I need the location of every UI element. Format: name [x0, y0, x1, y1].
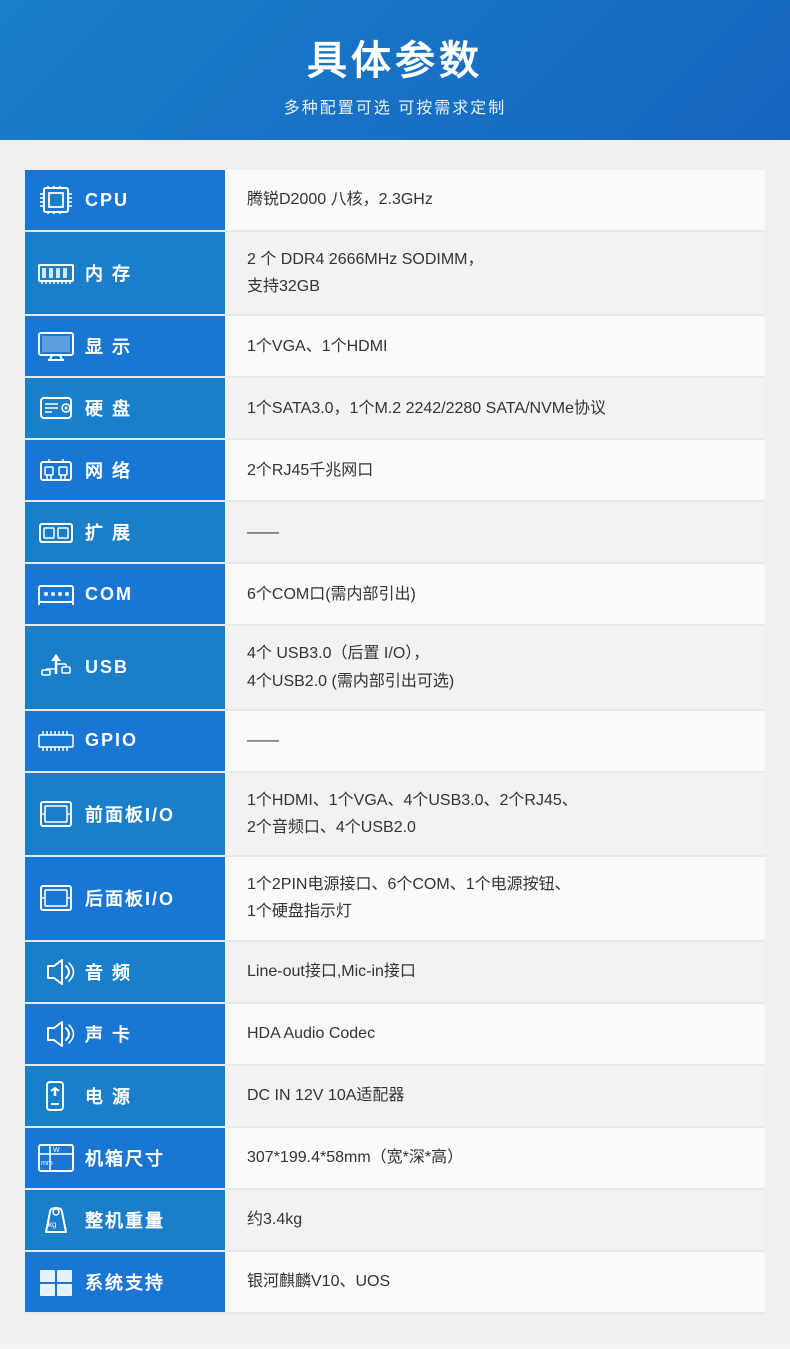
spec-row-front-io: 前面板I/O 1个HDMI、1个VGA、4个USB3.0、2个RJ45、2个音频…: [25, 773, 765, 857]
spec-label-text-weight: 整机重量: [85, 1207, 165, 1233]
spec-row-cpu: CPU 腾锐D2000 八核，2.3GHz: [25, 170, 765, 232]
com-icon: [35, 578, 77, 610]
spec-row-storage: 硬 盘 1个SATA3.0，1个M.2 2242/2280 SATA/NVMe协…: [25, 378, 765, 440]
usb-icon: [35, 652, 77, 684]
content-area: CPU 腾锐D2000 八核，2.3GHz 内 存 2 个 DDR4 2666M…: [0, 140, 790, 1344]
spec-value-front-io: 1个HDMI、1个VGA、4个USB3.0、2个RJ45、2个音频口、4个USB…: [225, 773, 765, 855]
spec-value-expand: ——: [225, 502, 765, 562]
spec-row-soundcard: 声 卡 HDA Audio Codec: [25, 1004, 765, 1066]
memory-icon: [35, 257, 77, 289]
spec-value-gpio: ——: [225, 711, 765, 771]
spec-row-display: 显 示 1个VGA、1个HDMI: [25, 316, 765, 378]
spec-label-rear-io: 后面板I/O: [25, 857, 225, 939]
spec-label-text-front-io: 前面板I/O: [85, 801, 175, 827]
spec-row-audio: 音 频 Line-out接口,Mic-in接口: [25, 942, 765, 1004]
spec-label-size: mm W 机箱尺寸: [25, 1128, 225, 1188]
spec-label-text-rear-io: 后面板I/O: [85, 885, 175, 911]
spec-value-memory: 2 个 DDR4 2666MHz SODIMM，支持32GB: [225, 232, 765, 314]
spec-label-weight: kg 整机重量: [25, 1190, 225, 1250]
page-subtitle: 多种配置可选 可按需求定制: [20, 94, 770, 118]
power-icon: [35, 1080, 77, 1112]
spec-label-storage: 硬 盘: [25, 378, 225, 438]
spec-row-com: COM 6个COM口(需内部引出): [25, 564, 765, 626]
spec-label-display: 显 示: [25, 316, 225, 376]
spec-row-rear-io: 后面板I/O 1个2PIN电源接口、6个COM、1个电源按钮、1个硬盘指示灯: [25, 857, 765, 941]
expand-icon: [35, 516, 77, 548]
spec-table: CPU 腾锐D2000 八核，2.3GHz 内 存 2 个 DDR4 2666M…: [25, 170, 765, 1314]
spec-label-text-expand: 扩 展: [85, 519, 132, 545]
spec-row-weight: kg 整机重量 约3.4kg: [25, 1190, 765, 1252]
spec-label-network: 网 络: [25, 440, 225, 500]
network-icon: [35, 454, 77, 486]
spec-label-text-display: 显 示: [85, 333, 132, 359]
svg-text:kg: kg: [48, 1220, 56, 1229]
spec-value-cpu: 腾锐D2000 八核，2.3GHz: [225, 170, 765, 230]
size-icon: mm W: [35, 1142, 77, 1174]
spec-label-text-memory: 内 存: [85, 260, 132, 286]
cpu-icon: [35, 184, 77, 216]
spec-row-size: mm W 机箱尺寸 307*199.4*58mm（宽*深*高）: [25, 1128, 765, 1190]
spec-value-com: 6个COM口(需内部引出): [225, 564, 765, 624]
spec-label-text-usb: USB: [85, 657, 129, 678]
spec-value-rear-io: 1个2PIN电源接口、6个COM、1个电源按钮、1个硬盘指示灯: [225, 857, 765, 939]
spec-label-text-size: 机箱尺寸: [85, 1145, 165, 1171]
spec-value-size: 307*199.4*58mm（宽*深*高）: [225, 1128, 765, 1188]
panel-icon: [35, 798, 77, 830]
spec-row-os: 系统支持 银河麒麟V10、UOS: [25, 1252, 765, 1314]
spec-value-network: 2个RJ45千兆网口: [225, 440, 765, 500]
spec-label-text-gpio: GPIO: [85, 730, 138, 751]
spec-row-usb: USB 4个 USB3.0（后置 I/O），4个USB2.0 (需内部引出可选): [25, 626, 765, 710]
spec-row-memory: 内 存 2 个 DDR4 2666MHz SODIMM，支持32GB: [25, 232, 765, 316]
weight-icon: kg: [35, 1204, 77, 1236]
spec-value-power: DC IN 12V 10A适配器: [225, 1066, 765, 1126]
spec-value-soundcard: HDA Audio Codec: [225, 1004, 765, 1064]
page-header: 具体参数 多种配置可选 可按需求定制: [0, 0, 790, 140]
spec-label-text-power: 电 源: [85, 1083, 132, 1109]
svg-text:mm: mm: [41, 1160, 53, 1167]
audio-icon: [35, 956, 77, 988]
spec-label-text-network: 网 络: [85, 457, 132, 483]
spec-row-expand: 扩 展 ——: [25, 502, 765, 564]
spec-label-power: 电 源: [25, 1066, 225, 1126]
spec-label-os: 系统支持: [25, 1252, 225, 1312]
spec-label-front-io: 前面板I/O: [25, 773, 225, 855]
spec-label-cpu: CPU: [25, 170, 225, 230]
page-title: 具体参数: [20, 28, 770, 86]
spec-label-text-os: 系统支持: [85, 1269, 165, 1295]
spec-label-expand: 扩 展: [25, 502, 225, 562]
gpio-icon: [35, 725, 77, 757]
storage-icon: [35, 392, 77, 424]
spec-value-weight: 约3.4kg: [225, 1190, 765, 1250]
spec-row-power: 电 源 DC IN 12V 10A适配器: [25, 1066, 765, 1128]
spec-label-gpio: GPIO: [25, 711, 225, 771]
spec-value-usb: 4个 USB3.0（后置 I/O），4个USB2.0 (需内部引出可选): [225, 626, 765, 708]
svg-text:W: W: [53, 1147, 60, 1154]
display-icon: [35, 330, 77, 362]
spec-value-os: 银河麒麟V10、UOS: [225, 1252, 765, 1312]
os-icon: [35, 1266, 77, 1298]
spec-label-text-com: COM: [85, 584, 133, 605]
spec-label-soundcard: 声 卡: [25, 1004, 225, 1064]
spec-label-com: COM: [25, 564, 225, 624]
spec-value-display: 1个VGA、1个HDMI: [225, 316, 765, 376]
spec-label-text-cpu: CPU: [85, 190, 129, 211]
spec-row-network: 网 络 2个RJ45千兆网口: [25, 440, 765, 502]
spec-label-memory: 内 存: [25, 232, 225, 314]
panel-icon: [35, 882, 77, 914]
spec-label-text-audio: 音 频: [85, 959, 132, 985]
spec-value-audio: Line-out接口,Mic-in接口: [225, 942, 765, 1002]
spec-label-text-storage: 硬 盘: [85, 395, 132, 421]
spec-label-text-soundcard: 声 卡: [85, 1021, 132, 1047]
spec-label-usb: USB: [25, 626, 225, 708]
spec-label-audio: 音 频: [25, 942, 225, 1002]
spec-row-gpio: GPIO ——: [25, 711, 765, 773]
spec-value-storage: 1个SATA3.0，1个M.2 2242/2280 SATA/NVMe协议: [225, 378, 765, 438]
audio-icon: [35, 1018, 77, 1050]
